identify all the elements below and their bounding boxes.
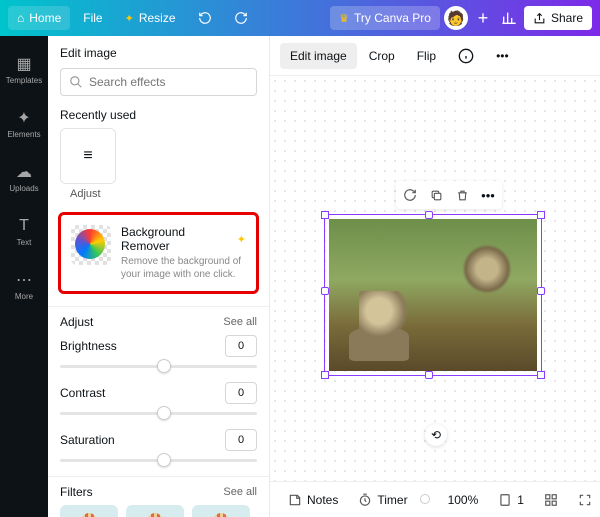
flip-button[interactable]: Flip xyxy=(407,43,446,69)
resize-handle[interactable] xyxy=(321,211,329,219)
resize-button[interactable]: ✦Resize xyxy=(116,6,185,30)
adjust-effect-thumb[interactable]: ≡ xyxy=(60,128,116,184)
page-count[interactable]: 1 xyxy=(490,489,532,511)
context-toolbar: Edit image Crop Flip ••• xyxy=(270,36,600,76)
page-icon xyxy=(498,493,512,507)
design-board[interactable]: ••• ⟲ Notes Timer xyxy=(270,76,600,517)
crown-icon: ♛ xyxy=(339,12,349,25)
redo-button[interactable] xyxy=(225,6,257,30)
info-icon xyxy=(458,48,474,64)
dots-icon: ••• xyxy=(496,49,509,63)
filter-thumb[interactable] xyxy=(192,505,250,517)
resize-handle[interactable] xyxy=(537,287,545,295)
duplicate-button[interactable] xyxy=(424,183,448,207)
object-rail: ▦Templates ✦Elements ☁Uploads TText ⋯Mor… xyxy=(0,36,48,517)
canvas-area: Edit image Crop Flip ••• ••• xyxy=(270,36,600,517)
grid-view-button[interactable] xyxy=(536,489,566,511)
trash-icon xyxy=(456,189,469,202)
rail-templates[interactable]: ▦Templates xyxy=(0,44,48,96)
grid-icon xyxy=(544,493,558,507)
sliders-icon: ≡ xyxy=(83,147,92,165)
contrast-slider[interactable]: Contrast0 xyxy=(60,382,257,415)
page-more-button[interactable]: ••• xyxy=(476,183,500,207)
topbar: ⌂Home File ✦Resize ♛Try Canva Pro 🧑 + Sh… xyxy=(0,0,600,36)
crown-icon: ✦ xyxy=(125,12,134,25)
bg-remover-highlight: Background Remover✦ Remove the backgroun… xyxy=(58,212,259,294)
rail-uploads[interactable]: ☁Uploads xyxy=(0,152,48,204)
search-effects[interactable] xyxy=(60,68,257,96)
adjust-effect-label: Adjust xyxy=(60,188,257,200)
filter-thumb[interactable] xyxy=(126,505,184,517)
resize-handle[interactable] xyxy=(321,371,329,379)
elements-icon: ✦ xyxy=(17,109,30,127)
brightness-slider[interactable]: Brightness0 xyxy=(60,335,257,368)
filter-thumb[interactable] xyxy=(60,505,118,517)
expand-icon xyxy=(578,493,592,507)
resize-handle[interactable] xyxy=(425,371,433,379)
more-icon: ⋯ xyxy=(16,271,32,289)
dots-icon: ••• xyxy=(481,188,495,203)
search-input[interactable] xyxy=(89,75,248,89)
bottom-bar: Notes Timer 100% 1 xyxy=(270,481,600,517)
adjust-see-all[interactable]: See all xyxy=(223,316,257,328)
templates-icon: ▦ xyxy=(16,55,31,73)
saturation-slider[interactable]: Saturation0 xyxy=(60,429,257,462)
avatar[interactable]: 🧑 xyxy=(444,6,468,30)
more-options-button[interactable]: ••• xyxy=(486,43,519,69)
resize-handle[interactable] xyxy=(425,211,433,219)
resize-handle[interactable] xyxy=(321,287,329,295)
home-button[interactable]: ⌂Home xyxy=(8,6,70,30)
image-content xyxy=(329,219,537,371)
bg-remover-icon xyxy=(71,225,111,265)
file-button[interactable]: File xyxy=(74,6,111,30)
pro-badge-icon: ✦ xyxy=(237,233,246,246)
share-button[interactable]: Share xyxy=(524,6,592,30)
page-toolbar: ••• xyxy=(396,181,502,209)
rotate-icon xyxy=(403,188,417,202)
fullscreen-button[interactable] xyxy=(570,489,600,511)
rail-more[interactable]: ⋯More xyxy=(0,260,48,312)
edit-image-button[interactable]: Edit image xyxy=(280,43,357,69)
try-canva-pro-button[interactable]: ♛Try Canva Pro xyxy=(330,6,440,30)
undo-button[interactable] xyxy=(189,6,221,30)
insights-button[interactable] xyxy=(498,7,520,29)
rail-elements[interactable]: ✦Elements xyxy=(0,98,48,150)
recently-used-heading: Recently used xyxy=(60,108,136,122)
rail-text[interactable]: TText xyxy=(0,206,48,258)
filters-see-all[interactable]: See all xyxy=(223,486,257,498)
selected-image[interactable] xyxy=(324,214,542,376)
add-button[interactable]: + xyxy=(472,7,494,29)
copy-icon xyxy=(430,189,443,202)
notes-button[interactable]: Notes xyxy=(280,489,346,511)
text-icon: T xyxy=(19,217,29,235)
notes-icon xyxy=(288,493,302,507)
adjust-heading: Adjust xyxy=(60,315,93,329)
rotate-handle[interactable]: ⟲ xyxy=(425,424,447,446)
search-icon xyxy=(69,75,83,89)
animate-button[interactable] xyxy=(398,183,422,207)
resize-handle[interactable] xyxy=(537,371,545,379)
side-panel: Edit image Recently used ≡ Adjust Backgr… xyxy=(48,36,270,517)
info-button[interactable] xyxy=(448,42,484,70)
zoom-value[interactable]: 100% xyxy=(440,489,487,511)
panel-title: Edit image xyxy=(48,36,269,68)
background-remover[interactable]: Background Remover✦ Remove the backgroun… xyxy=(63,217,254,289)
crop-button[interactable]: Crop xyxy=(359,43,405,69)
filters-heading: Filters xyxy=(60,485,93,499)
delete-button[interactable] xyxy=(450,183,474,207)
timer-button[interactable]: Timer xyxy=(350,489,415,511)
uploads-icon: ☁ xyxy=(16,163,32,181)
resize-handle[interactable] xyxy=(537,211,545,219)
timer-icon xyxy=(358,493,372,507)
